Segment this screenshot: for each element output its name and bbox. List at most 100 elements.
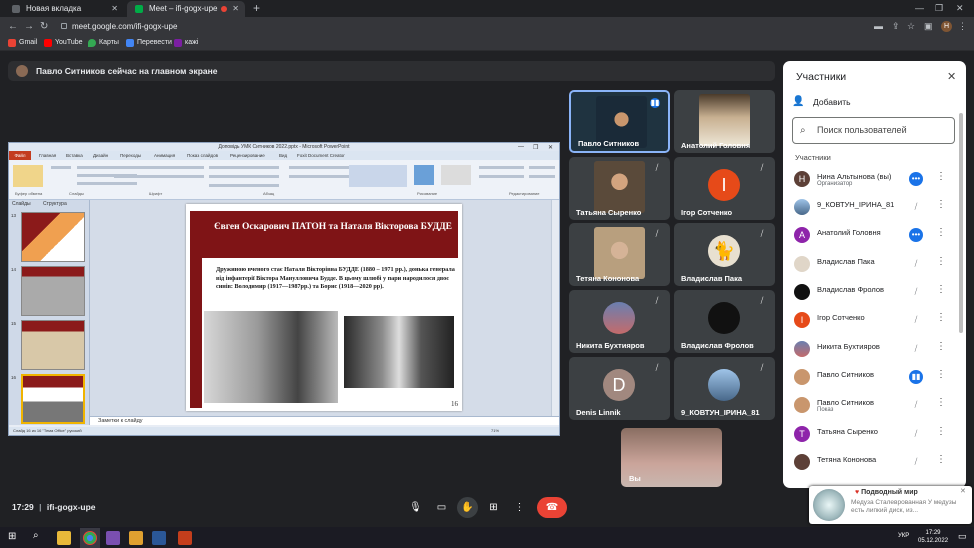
participant-menu-icon[interactable]: ⋮	[936, 454, 946, 465]
participant-row[interactable]: Тетяна Кононова ⧸ ⋮	[783, 449, 966, 477]
arrange-icon[interactable]	[414, 165, 434, 185]
participant-row[interactable]: Павло Ситников ▮▮ ⋮	[783, 364, 966, 392]
participant-row[interactable]: І Ігор Сотченко ⧸ ⋮	[783, 307, 966, 335]
slide-thumbnail[interactable]	[21, 212, 85, 262]
ppt-tab[interactable]: Вид	[279, 151, 287, 160]
panel-tab-outline[interactable]: Структура	[43, 201, 67, 207]
share-icon[interactable]: ⇪	[892, 17, 900, 36]
video-tile[interactable]: D ⧸ Denis Linnik	[569, 357, 670, 420]
participant-menu-icon[interactable]: ⋮	[936, 312, 946, 323]
mic-off-icon[interactable]: ⧸	[909, 313, 923, 327]
notifications-icon[interactable]: ▭	[958, 531, 967, 542]
participant-menu-icon[interactable]: ⋮	[936, 341, 946, 352]
file-explorer-icon[interactable]	[57, 531, 71, 545]
mic-off-icon[interactable]: ⧸	[909, 455, 923, 469]
participant-row[interactable]: Павло Ситников Показ ⧸ ⋮	[783, 392, 966, 420]
bookmark-star-icon[interactable]: ☆	[907, 17, 915, 36]
slide-thumbnail[interactable]	[21, 320, 85, 370]
ppt-tab[interactable]: Foxit Document Creator	[297, 151, 345, 160]
more-dots-icon[interactable]: •••	[909, 172, 923, 186]
ppt-minimize-icon[interactable]: —	[518, 144, 524, 150]
minimize-icon[interactable]: —	[915, 0, 924, 17]
search-input[interactable]: ⌕ Поиск пользователей	[792, 117, 955, 144]
more-options-button[interactable]: ⋮	[509, 497, 530, 518]
video-tile[interactable]: ⧸ Никита Бухтияров	[569, 290, 670, 353]
browser-menu-icon[interactable]: ⋮	[958, 17, 967, 36]
mic-off-icon[interactable]: ⧸	[909, 200, 923, 214]
browser-tab-meet[interactable]: Meet – ifi-gogx-upe ✕	[127, 1, 245, 17]
present-button[interactable]: ⊞	[483, 497, 504, 518]
video-tile[interactable]: ⧸ Тетяна Кононова	[569, 223, 670, 286]
video-tile[interactable]: ⧸ Татьяна Сыренко	[569, 157, 670, 220]
close-tab-icon[interactable]: ✕	[111, 1, 118, 17]
bookmark-youtube[interactable]: YouTube	[44, 36, 83, 50]
camera-toggle-button[interactable]: ▭	[431, 497, 452, 518]
participant-row[interactable]: Владислав Пака ⧸ ⋮	[783, 251, 966, 279]
close-panel-icon[interactable]: ✕	[947, 70, 956, 83]
slide-thumbnail[interactable]	[21, 266, 85, 316]
self-video-tile[interactable]: Вы	[621, 428, 722, 487]
start-icon[interactable]: ⊞	[8, 531, 16, 542]
new-tab-button[interactable]: +	[253, 1, 260, 15]
back-icon[interactable]: ←	[8, 17, 18, 36]
camera-indicator-icon[interactable]: ▬	[874, 17, 883, 36]
maximize-icon[interactable]: ❐	[935, 0, 943, 17]
bookmark-kazhi[interactable]: кажі	[174, 36, 198, 50]
ppt-close-icon[interactable]: ✕	[548, 144, 553, 151]
ppt-tab[interactable]: Дизайн	[93, 151, 108, 160]
participant-menu-icon[interactable]: ⋮	[936, 199, 946, 210]
mic-off-icon[interactable]: ⧸	[909, 285, 923, 299]
bookmark-maps[interactable]: Карты	[88, 36, 119, 50]
powerpoint-icon[interactable]	[178, 531, 192, 545]
bookmark-gmail[interactable]: Gmail	[8, 36, 37, 50]
browser-tab-new[interactable]: Новая вкладка ✕	[4, 1, 124, 17]
zoom-level[interactable]: 71%	[491, 427, 499, 435]
participant-menu-icon[interactable]: ⋮	[936, 256, 946, 267]
ppt-maximize-icon[interactable]: ❐	[533, 144, 538, 151]
quick-styles-icon[interactable]	[441, 165, 471, 185]
video-tile[interactable]: 🐈 ⧸ Владислав Пака	[674, 223, 775, 286]
profile-avatar[interactable]: H	[941, 21, 952, 32]
participant-menu-icon[interactable]: ⋮	[936, 284, 946, 295]
video-tile[interactable]: ⧸ Владислав Фролов	[674, 290, 775, 353]
shapes-gallery[interactable]	[349, 165, 407, 187]
leave-call-button[interactable]: ☎	[537, 497, 567, 518]
video-tile[interactable]: Анатолий Головня	[674, 90, 775, 153]
ppt-tab[interactable]: Показ слайдов	[187, 151, 218, 160]
slide-scrollbar[interactable]	[551, 200, 559, 416]
video-tile[interactable]: ⧸ 9_КОВТУН_ІРИНА_81	[674, 357, 775, 420]
participant-row[interactable]: Никита Бухтияров ⧸ ⋮	[783, 336, 966, 364]
notes-pane[interactable]: Заметки к слайду	[90, 416, 559, 425]
video-tile[interactable]: І ⧸ Ігор Сотченко	[674, 157, 775, 220]
participant-menu-icon[interactable]: ⋮	[936, 369, 946, 380]
participant-row[interactable]: 9_КОВТУН_ІРИНА_81 ⧸ ⋮	[783, 194, 966, 222]
participant-menu-icon[interactable]: ⋮	[936, 227, 946, 238]
add-people-button[interactable]: 👤 Добавить	[792, 96, 851, 107]
mic-off-icon[interactable]: ⧸	[909, 427, 923, 441]
window-close-icon[interactable]: ✕	[956, 0, 964, 17]
participant-row[interactable]: Владислав Фролов ⧸ ⋮	[783, 279, 966, 307]
raise-hand-button[interactable]: ✋	[457, 497, 478, 518]
ppt-tab[interactable]: Переходы	[120, 151, 141, 160]
ppt-tab[interactable]: Главная	[39, 151, 56, 160]
paste-icon[interactable]	[13, 165, 43, 187]
ppt-tab[interactable]: Вставка	[66, 151, 83, 160]
viber-icon[interactable]	[106, 531, 120, 545]
ppt-tab[interactable]: Рецензирование	[230, 151, 265, 160]
ppt-tab[interactable]: Анимация	[154, 151, 175, 160]
mic-off-icon[interactable]: ⧸	[909, 257, 923, 271]
panel-tab-slides[interactable]: Слайды	[12, 201, 31, 207]
forward-icon[interactable]: →	[24, 17, 34, 36]
more-dots-icon[interactable]: •••	[909, 228, 923, 242]
search-taskbar-icon[interactable]: ⌕	[33, 530, 39, 541]
mic-toggle-button[interactable]: 🎙	[405, 497, 426, 518]
bookmark-translate[interactable]: Перевести	[126, 36, 172, 50]
extensions-icon[interactable]: ▣	[924, 17, 933, 36]
video-tile[interactable]: ▮▮ Павло Ситников	[569, 90, 670, 153]
address-input[interactable]: meet.google.com/ifi-gogx-upe	[58, 19, 858, 34]
ppt-file-tab[interactable]: Файл	[9, 151, 31, 160]
speaking-icon[interactable]: ▮▮	[909, 370, 923, 384]
reload-icon[interactable]: ↻	[40, 17, 48, 36]
slide-thumbnail-selected[interactable]	[21, 374, 85, 424]
participant-menu-icon[interactable]: ⋮	[936, 426, 946, 437]
